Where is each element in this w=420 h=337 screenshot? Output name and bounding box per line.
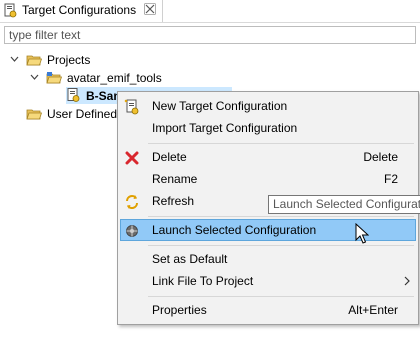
- menu-item-set-as-default[interactable]: Set as Default: [120, 248, 416, 270]
- folder-open-icon: [26, 55, 42, 66]
- menu-item-label: Rename: [152, 172, 198, 186]
- menu-item-label: Import Target Configuration: [152, 121, 298, 135]
- menu-item-delete[interactable]: Delete Delete: [120, 146, 416, 168]
- tree-node-projects[interactable]: Projects: [0, 51, 200, 69]
- view-tab-bar: Target Configurations: [0, 0, 420, 23]
- refresh-icon: [126, 195, 138, 209]
- menu-separator: [148, 143, 414, 144]
- menu-separator: [148, 296, 414, 297]
- tab-target-configurations[interactable]: Target Configurations: [0, 0, 163, 22]
- menu-item-accelerator: Alt+Enter: [348, 303, 398, 317]
- new-config-icon: [124, 99, 139, 115]
- menu-item-label: Delete: [152, 150, 187, 164]
- launch-debug-icon: [126, 225, 138, 237]
- menu-item-rename[interactable]: Rename F2: [120, 168, 416, 190]
- chevron-down-icon[interactable]: [10, 56, 19, 63]
- menu-item-link-file-to-project[interactable]: Link File To Project: [120, 270, 416, 292]
- menu-item-accelerator: F2: [383, 172, 398, 186]
- tree-label-project: avatar_emif_tools: [67, 71, 162, 85]
- tooltip: Launch Selected Configuration: [268, 195, 420, 214]
- menu-item-label: New Target Configuration: [152, 99, 288, 113]
- mouse-cursor-icon: [355, 223, 369, 244]
- tab-title: Target Configurations: [22, 3, 137, 17]
- tree-label-user-defined: User Defined: [47, 107, 118, 121]
- menu-item-accelerator: Delete: [363, 150, 398, 164]
- tree-label-projects: Projects: [47, 53, 91, 67]
- filter-input[interactable]: [4, 26, 416, 44]
- ccxml-file-icon: [67, 88, 80, 102]
- menu-item-import-target-configuration[interactable]: Import Target Configuration: [120, 117, 416, 139]
- project-folder-icon: [46, 72, 62, 84]
- menu-item-properties[interactable]: Properties Alt+Enter: [120, 299, 416, 321]
- menu-item-label: Properties: [152, 303, 207, 317]
- chevron-down-icon[interactable]: [30, 74, 39, 81]
- menu-item-label: Launch Selected Configuration: [152, 223, 317, 237]
- menu-item-launch-selected-configuration[interactable]: Launch Selected Configuration: [120, 219, 416, 241]
- menu-separator: [148, 245, 414, 246]
- target-config-icon: [4, 3, 17, 18]
- menu-item-label: Set as Default: [152, 252, 228, 266]
- delete-icon: [125, 151, 139, 165]
- tree-node-project[interactable]: avatar_emif_tools: [0, 69, 200, 87]
- folder-open-icon: [26, 109, 42, 120]
- close-icon[interactable]: [144, 3, 156, 15]
- menu-item-new-target-configuration[interactable]: New Target Configuration: [120, 95, 416, 117]
- menu-separator: [148, 216, 414, 217]
- menu-item-label: Refresh: [152, 194, 195, 208]
- chevron-right-icon: [404, 276, 410, 286]
- menu-item-label: Link File To Project: [152, 274, 254, 288]
